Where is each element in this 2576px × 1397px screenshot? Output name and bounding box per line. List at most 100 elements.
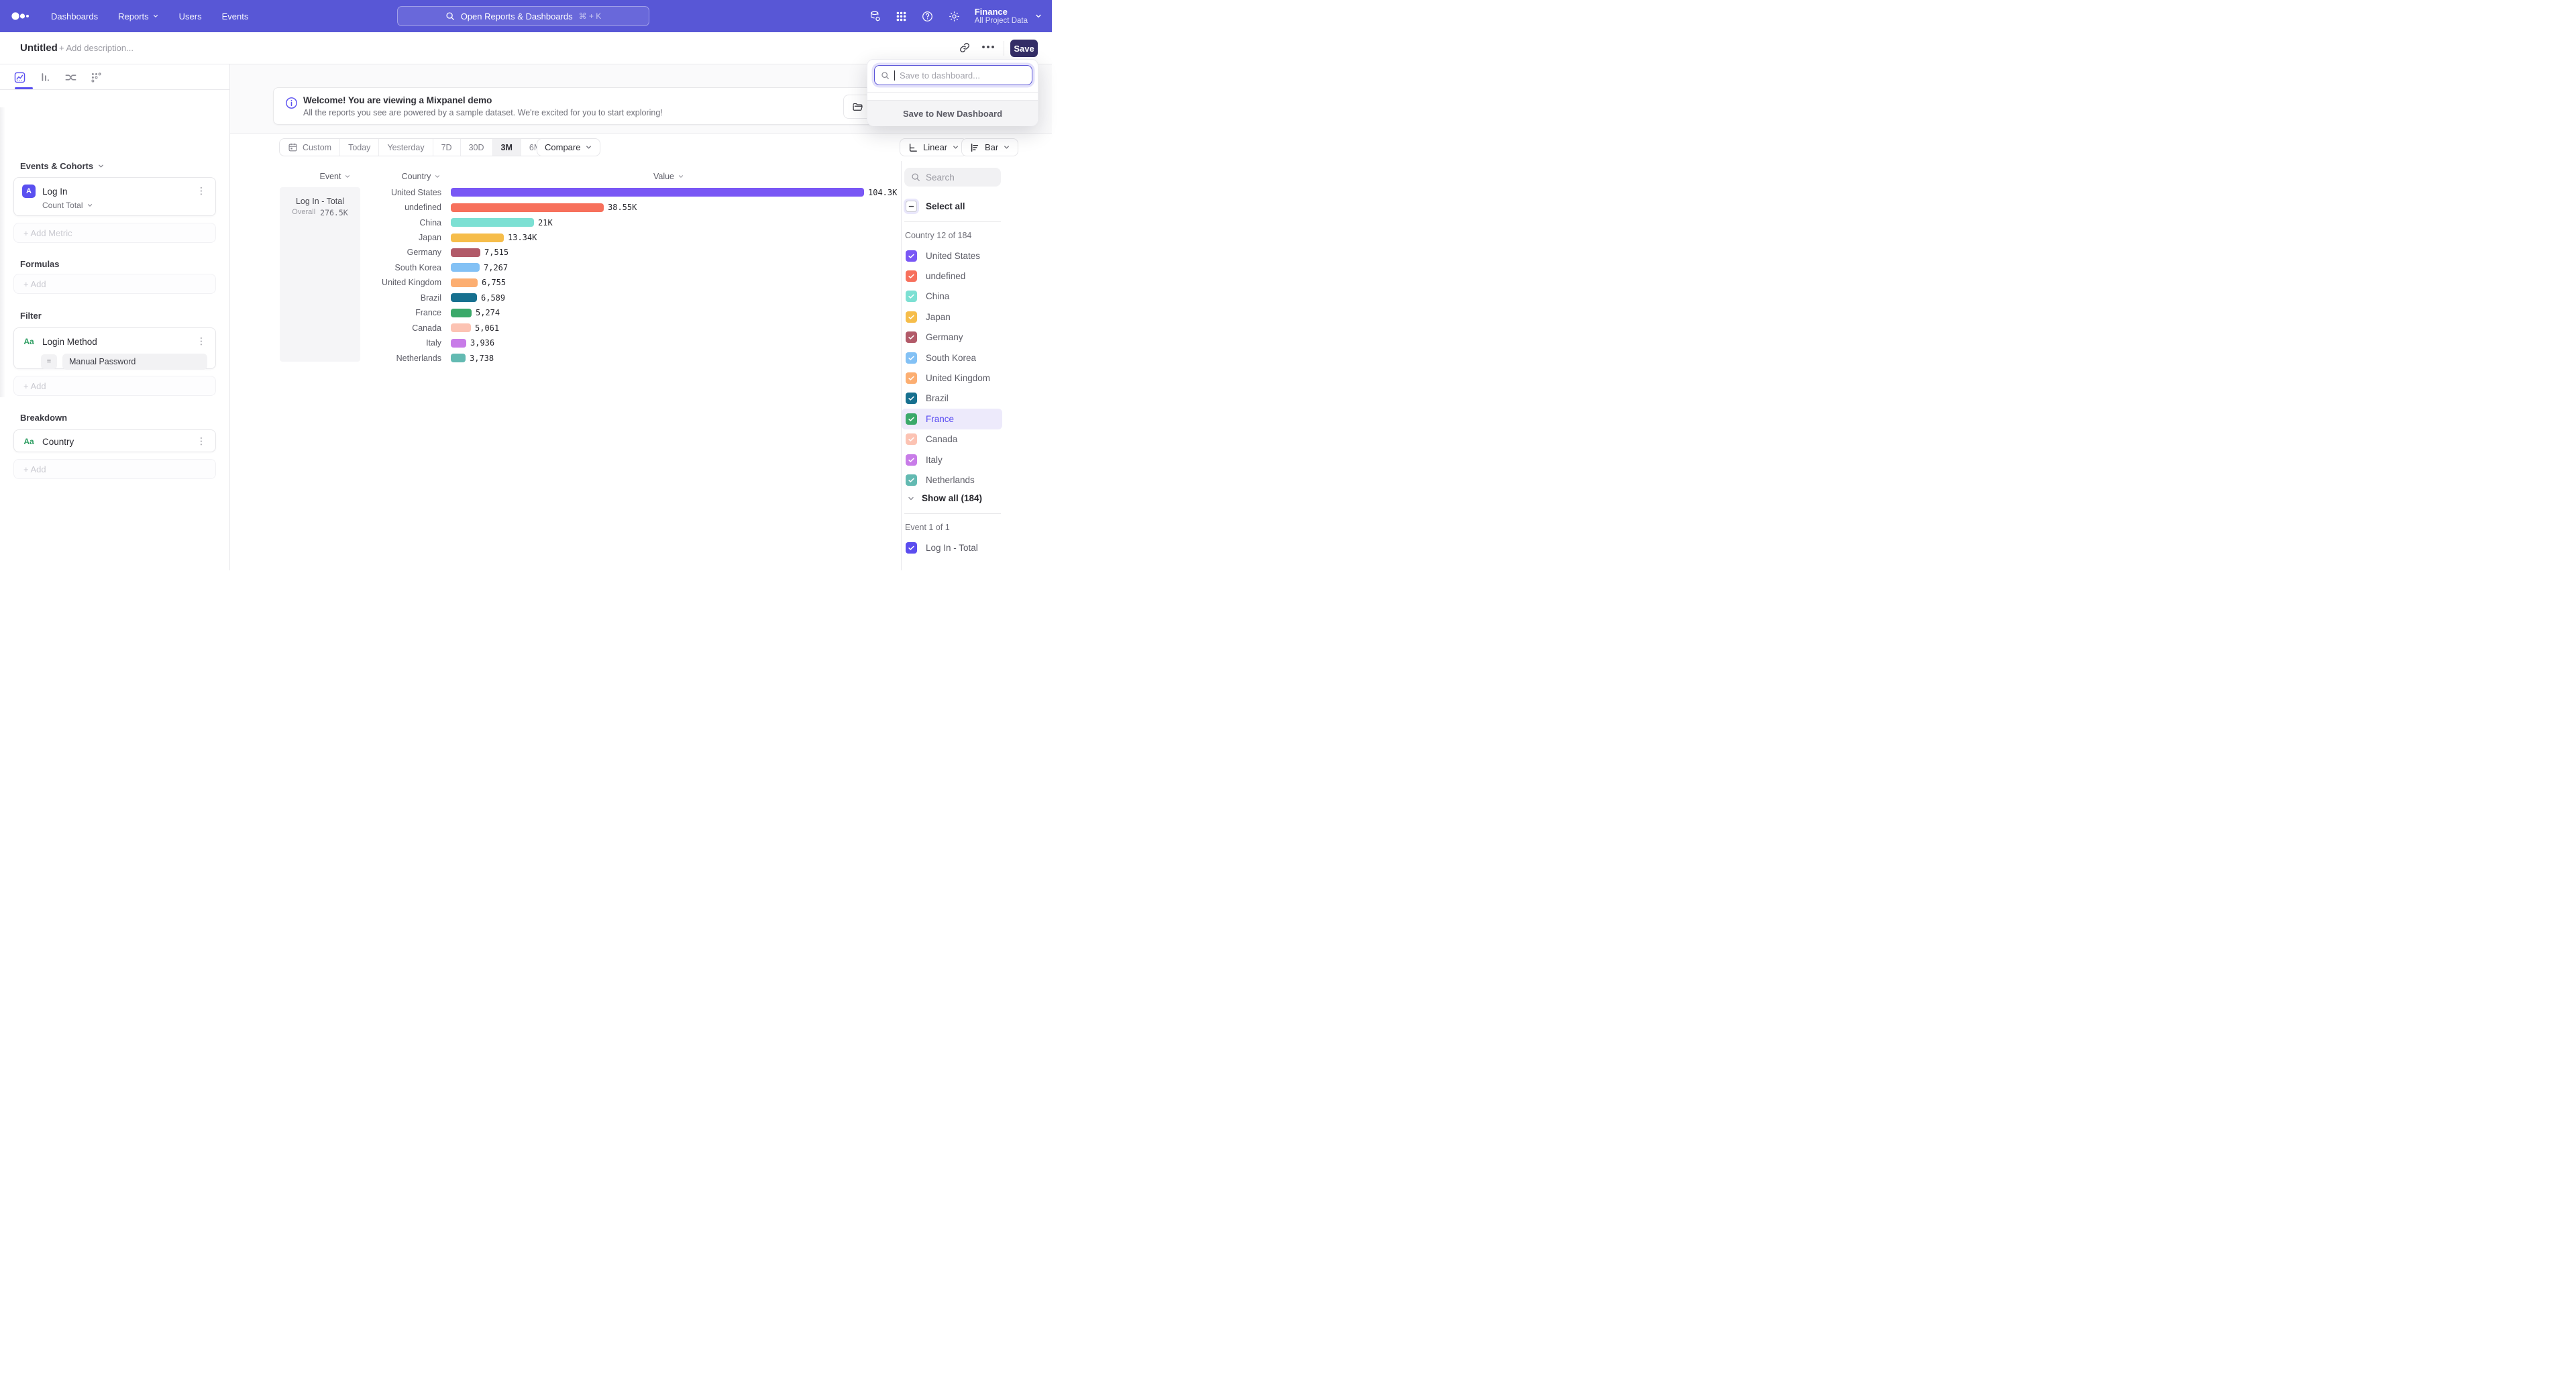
country-checkbox[interactable] <box>906 433 917 445</box>
filter-options-icon[interactable]: ⋮ <box>195 336 207 347</box>
tab-flows[interactable] <box>64 70 77 84</box>
metric-options-icon[interactable]: ⋮ <box>195 186 207 197</box>
chevron-down-icon <box>678 173 684 180</box>
bar[interactable] <box>451 218 534 227</box>
breakdown-property-name[interactable]: Country <box>42 437 189 447</box>
breakdown-card[interactable]: Aa Country ⋮ <box>13 429 216 452</box>
filter-card[interactable]: Aa Login Method ⋮ = Manual Password <box>13 327 216 369</box>
tab-insights[interactable] <box>13 70 26 84</box>
search-icon <box>911 172 920 182</box>
save-to-new-dashboard-button[interactable]: Save to New Dashboard <box>867 100 1038 126</box>
global-search-input[interactable]: Open Reports & Dashboards ⌘ + K <box>397 6 649 26</box>
show-all-button[interactable]: Show all (184) <box>907 493 982 503</box>
country-filter-row[interactable]: Canada <box>902 429 1002 450</box>
report-title[interactable]: Untitled <box>20 42 58 54</box>
country-checkbox[interactable] <box>906 352 917 364</box>
metric-name[interactable]: Log In <box>42 187 189 197</box>
country-checkbox[interactable] <box>906 393 917 404</box>
select-all-row[interactable]: Select all <box>906 201 965 212</box>
select-all-checkbox[interactable] <box>906 201 917 212</box>
project-switcher[interactable]: Finance All Project Data <box>975 7 1042 25</box>
country-filter-row[interactable]: undefined <box>902 266 1002 286</box>
nav-item-reports[interactable]: Reports <box>118 11 159 21</box>
country-filter-row[interactable]: Netherlands <box>902 470 1002 490</box>
event-checkbox[interactable] <box>906 542 917 554</box>
bar-row: Germany7,515 <box>366 245 909 260</box>
country-checkbox[interactable] <box>906 291 917 302</box>
range-today[interactable]: Today <box>340 139 379 156</box>
column-header-value[interactable]: Value <box>639 172 699 181</box>
event-filter-row[interactable]: Log In - Total <box>902 537 1002 558</box>
country-filter-row[interactable]: Germany <box>902 327 1002 348</box>
range-custom[interactable]: Custom <box>280 139 340 156</box>
filter-operator[interactable]: = <box>41 354 57 369</box>
bar[interactable] <box>451 354 466 362</box>
country-filter-row[interactable]: Italy <box>902 450 1002 470</box>
add-filter-button[interactable]: + Add <box>13 376 216 396</box>
country-filter-row[interactable]: China <box>902 287 1002 307</box>
save-to-dashboard-input[interactable]: Save to dashboard... <box>874 65 1032 85</box>
country-filter-row[interactable]: South Korea <box>902 348 1002 368</box>
mixpanel-logo-icon[interactable] <box>11 11 31 21</box>
tab-funnels[interactable] <box>38 70 52 84</box>
add-formula-button[interactable]: + Add <box>13 274 216 294</box>
bar[interactable] <box>451 263 480 272</box>
country-filter-row[interactable]: France <box>902 409 1002 429</box>
column-header-event[interactable]: Event <box>305 172 366 181</box>
apps-grid-icon[interactable] <box>896 11 907 22</box>
bar-row: Brazil6,589 <box>366 291 909 305</box>
country-checkbox[interactable] <box>906 331 917 343</box>
help-icon[interactable] <box>921 10 934 23</box>
country-filter-row[interactable]: United Kingdom <box>902 368 1002 388</box>
nav-item-users[interactable]: Users <box>179 11 202 21</box>
country-filter-row[interactable]: Brazil <box>902 389 1002 409</box>
filter-property-name[interactable]: Login Method <box>42 337 189 347</box>
chevron-down-icon <box>585 144 592 151</box>
copy-link-icon[interactable] <box>959 42 971 54</box>
range-7d[interactable]: 7D <box>433 139 461 156</box>
bar[interactable] <box>451 188 864 197</box>
add-description-placeholder[interactable]: + Add description... <box>59 43 133 53</box>
add-metric-button[interactable]: + Add Metric <box>13 223 216 243</box>
bar[interactable] <box>451 278 478 287</box>
country-checkbox[interactable] <box>906 250 917 262</box>
metric-card[interactable]: A Log In ⋮ Count Total <box>13 177 216 216</box>
nav-item-dashboards[interactable]: Dashboards <box>51 11 98 21</box>
breakdown-options-icon[interactable]: ⋮ <box>195 436 207 447</box>
country-filter-row[interactable]: United States <box>902 246 1002 266</box>
data-management-icon[interactable] <box>869 10 881 23</box>
bar[interactable] <box>451 234 504 242</box>
country-filter-row[interactable]: Japan <box>902 307 1002 327</box>
range-30d[interactable]: 30D <box>461 139 493 156</box>
bar[interactable] <box>451 339 466 348</box>
bar[interactable] <box>451 248 480 257</box>
add-breakdown-button[interactable]: + Add <box>13 459 216 479</box>
nav-item-events[interactable]: Events <box>222 11 249 21</box>
column-header-country[interactable]: Country <box>391 172 451 181</box>
country-checkbox[interactable] <box>906 372 917 384</box>
metric-aggregation[interactable]: Count Total <box>42 201 215 217</box>
country-checkbox[interactable] <box>906 413 917 425</box>
range-yesterday[interactable]: Yesterday <box>379 139 433 156</box>
event-summary-panel[interactable]: Log In - Total Overall 276.5K <box>280 187 360 362</box>
country-checkbox[interactable] <box>906 474 917 486</box>
settings-gear-icon[interactable] <box>948 10 961 23</box>
save-button[interactable]: Save <box>1010 40 1038 57</box>
country-checkbox[interactable] <box>906 270 917 282</box>
bar[interactable] <box>451 323 471 332</box>
events-cohorts-label[interactable]: Events & Cohorts <box>20 161 105 171</box>
compare-button[interactable]: Compare <box>537 138 600 156</box>
range-3m[interactable]: 3M <box>493 139 521 156</box>
bar[interactable] <box>451 309 472 317</box>
save-input-placeholder: Save to dashboard... <box>900 70 980 81</box>
report-type-tabs <box>0 64 230 90</box>
more-options-icon[interactable] <box>981 45 995 49</box>
bar-category-label: Netherlands <box>366 354 441 363</box>
bar[interactable] <box>451 293 477 302</box>
segment-search-input[interactable]: Search <box>904 168 1001 187</box>
bar[interactable] <box>451 203 604 212</box>
country-checkbox[interactable] <box>906 454 917 466</box>
tab-retention[interactable] <box>89 70 103 84</box>
filter-value[interactable]: Manual Password <box>62 354 207 370</box>
country-checkbox[interactable] <box>906 311 917 323</box>
